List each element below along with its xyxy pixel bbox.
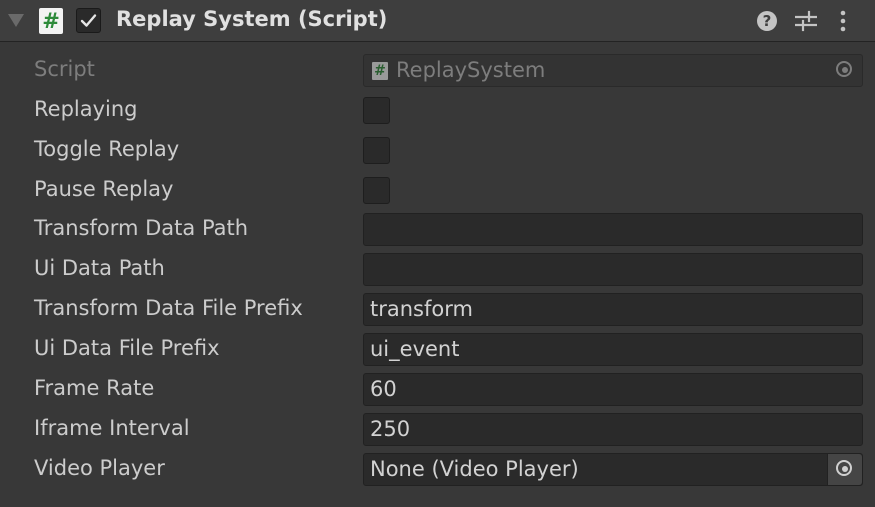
field-label: Iframe Interval: [34, 416, 190, 440]
help-icon[interactable]: ?: [757, 11, 777, 31]
ui-data-path-input[interactable]: [363, 253, 863, 286]
field-row-transform-data-path: Transform Data Path: [0, 212, 875, 248]
script-object-field: # ReplaySystem: [363, 54, 863, 87]
transform-data-path-input[interactable]: [363, 213, 863, 246]
presets-sliders-icon[interactable]: [795, 10, 817, 32]
field-row-pause-replay: Pause Replay: [0, 173, 875, 209]
frame-rate-input[interactable]: 60: [363, 373, 863, 406]
component-enabled-checkbox[interactable]: [76, 8, 101, 33]
field-value: ui_event: [370, 337, 460, 361]
field-label: Ui Data File Prefix: [34, 336, 220, 360]
video-player-object-field[interactable]: None (Video Player): [363, 453, 863, 486]
transform-data-file-prefix-input[interactable]: transform: [363, 293, 863, 326]
field-label: Video Player: [34, 456, 165, 480]
field-value: 60: [370, 377, 397, 401]
field-label: Toggle Replay: [34, 137, 180, 161]
field-label: Ui Data Path: [34, 256, 165, 280]
component-title: Replay System (Script): [116, 7, 388, 31]
object-picker-icon: [828, 55, 862, 86]
toggle-replay-checkbox[interactable]: [363, 137, 390, 164]
field-row-iframe-interval: Iframe Interval 250: [0, 412, 875, 448]
field-row-frame-rate: Frame Rate 60: [0, 372, 875, 408]
foldout-triangle-icon[interactable]: [8, 14, 24, 27]
field-value: None (Video Player): [370, 457, 579, 481]
checkmark-icon: [80, 14, 97, 27]
field-label: Transform Data Path: [34, 216, 249, 240]
field-label: Replaying: [34, 97, 138, 121]
csharp-script-icon: #: [39, 8, 63, 34]
field-label: Pause Replay: [34, 177, 174, 201]
field-row-script: Script # ReplaySystem: [0, 53, 875, 89]
csharp-script-icon: #: [372, 62, 388, 80]
field-row-ui-data-path: Ui Data Path: [0, 252, 875, 288]
replaying-checkbox[interactable]: [363, 97, 390, 124]
field-label: Script: [34, 57, 95, 81]
kebab-menu-icon[interactable]: [838, 10, 848, 32]
field-label: Frame Rate: [34, 376, 155, 400]
field-row-transform-data-file-prefix: Transform Data File Prefix transform: [0, 292, 875, 328]
field-label: Transform Data File Prefix: [34, 296, 303, 320]
ui-data-file-prefix-input[interactable]: ui_event: [363, 333, 863, 366]
field-row-toggle-replay: Toggle Replay: [0, 133, 875, 169]
component-header: # Replay System (Script) ?: [0, 0, 875, 42]
field-row-replaying: Replaying: [0, 93, 875, 129]
pause-replay-checkbox[interactable]: [363, 177, 390, 204]
field-value: 250: [370, 417, 411, 441]
object-picker-button[interactable]: [827, 454, 862, 485]
field-value: ReplaySystem: [396, 58, 546, 82]
field-row-ui-data-file-prefix: Ui Data File Prefix ui_event: [0, 332, 875, 368]
field-value: transform: [370, 297, 473, 321]
iframe-interval-input[interactable]: 250: [363, 413, 863, 446]
field-row-video-player: Video Player None (Video Player): [0, 452, 875, 488]
object-picker-dot: [842, 466, 848, 472]
